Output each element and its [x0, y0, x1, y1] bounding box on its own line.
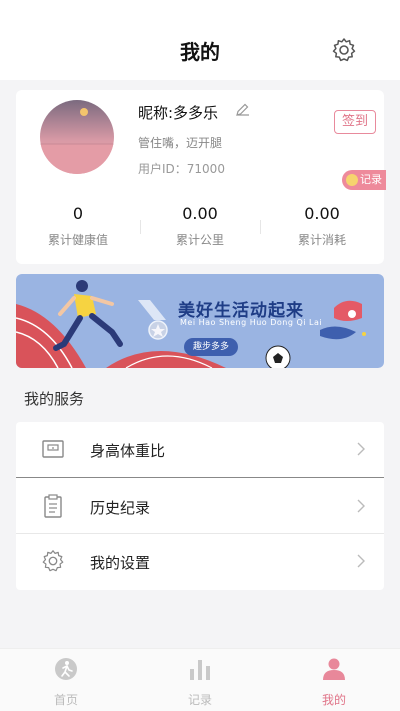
tab-label: 我的 — [321, 693, 346, 707]
gear-icon[interactable] — [330, 36, 358, 64]
stat-label: 累计消耗 — [297, 233, 346, 247]
stat-divider — [260, 220, 261, 234]
stat-value: 0.00 — [182, 204, 218, 223]
activity-banner[interactable]: 美好生活动起来 Mei Hao Sheng Huo Dong Qi Lai 趣步… — [16, 274, 384, 368]
bar-chart-icon — [190, 660, 210, 680]
stat-health: 0 累计健康值 — [18, 204, 138, 248]
tab-mine[interactable]: 我的 — [294, 657, 374, 708]
chevron-right-icon — [357, 499, 365, 513]
tab-label: 记录 — [187, 693, 212, 707]
stat-label: 累计健康值 — [47, 233, 108, 247]
scale-icon — [42, 440, 64, 458]
stat-label: 累计公里 — [175, 233, 224, 247]
nickname: 昵称:多多乐 — [138, 104, 219, 122]
clipboard-icon — [44, 494, 62, 518]
signin-button[interactable]: 签到 — [334, 110, 376, 134]
tab-records[interactable]: 记录 — [160, 657, 240, 708]
service-item-label: 身高体重比 — [90, 442, 166, 460]
person-icon — [323, 658, 345, 680]
bottom-tab-bar: 首页 记录 我的 — [0, 648, 400, 711]
service-list: 身高体重比 历史纪录 我的设置 — [16, 422, 384, 590]
tab-home[interactable]: 首页 — [26, 657, 106, 708]
stat-distance: 0.00 累计公里 — [140, 204, 260, 248]
service-item-height-weight[interactable]: 身高体重比 — [16, 422, 384, 476]
service-item-label: 我的设置 — [90, 554, 151, 572]
avatar[interactable] — [40, 100, 114, 174]
service-item-history[interactable]: 历史纪录 — [16, 479, 384, 533]
section-title: 我的服务 — [24, 390, 85, 408]
stat-value: 0.00 — [304, 204, 340, 223]
slogan: 管住嘴，迈开腿 — [138, 136, 223, 150]
gear-icon — [42, 550, 64, 572]
stat-value: 0 — [72, 204, 84, 223]
row-divider — [16, 477, 384, 478]
tab-label: 首页 — [53, 693, 78, 707]
edit-pencil-icon[interactable] — [234, 102, 250, 118]
record-badge-label: 记录 — [360, 173, 382, 186]
banner-cta-button[interactable]: 趣步多多 — [184, 338, 238, 356]
record-badge[interactable]: 记录 — [342, 170, 386, 190]
stat-calories: 0.00 累计消耗 — [262, 204, 382, 248]
record-badge-icon — [346, 174, 358, 186]
profile-card: 昵称:多多乐 管住嘴，迈开腿 用户ID：71000 签到 记录 0 累计健康值 … — [16, 90, 386, 264]
service-item-settings[interactable]: 我的设置 — [16, 534, 384, 588]
service-item-label: 历史纪录 — [90, 499, 151, 517]
running-icon — [55, 658, 77, 680]
user-id: 用户ID：71000 — [138, 162, 225, 176]
top-header: 我的 — [0, 0, 400, 80]
banner-subtitle: Mei Hao Sheng Huo Dong Qi Lai — [180, 318, 323, 327]
chevron-right-icon — [357, 442, 365, 456]
chevron-right-icon — [357, 554, 365, 568]
